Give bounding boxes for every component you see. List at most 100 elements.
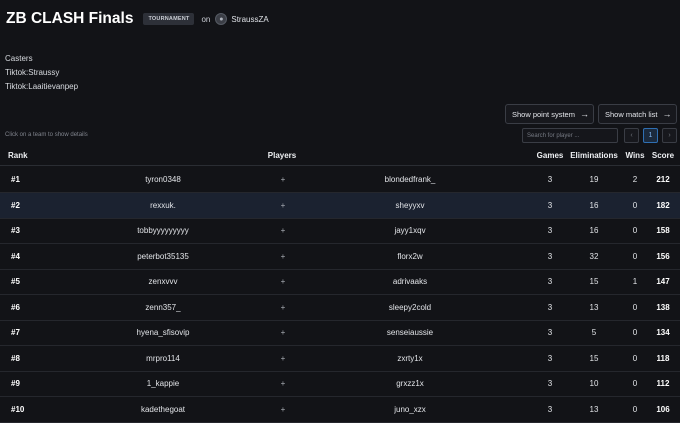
table-row[interactable]: #6 zenn357_ + sleepy2cold 3 13 0 138	[0, 295, 680, 321]
owner-link[interactable]: StraussZA	[231, 15, 268, 24]
games-cell: 3	[547, 404, 553, 414]
games-cell: 3	[547, 379, 553, 388]
table-row[interactable]: #10 kadethegoat + juno_xzx 3 13 0 106	[0, 397, 680, 423]
chevron-left-icon: ‹	[630, 132, 633, 139]
player1-cell: peterbot35135	[137, 251, 189, 261]
table-header: Rank Players Games Eliminations Wins Sco…	[0, 146, 680, 166]
chevron-right-icon: ›	[668, 132, 671, 139]
games-cell: 3	[547, 251, 553, 261]
games-cell: 3	[547, 328, 553, 337]
plus-icon: +	[280, 277, 286, 286]
page-header: ZB CLASH Finals TOURNAMENT on ● StraussZ…	[6, 9, 269, 29]
player1-cell: rexxuk.	[150, 200, 176, 210]
games-cell: 3	[547, 226, 553, 235]
search-input[interactable]: Search for player ...	[522, 128, 618, 143]
score-cell: 106	[656, 404, 670, 414]
show-point-system-button[interactable]: Show point system →	[505, 104, 594, 124]
eliminations-cell: 13	[589, 404, 599, 414]
score-cell: 112	[656, 379, 670, 388]
table-row[interactable]: #4 peterbot35135 + florx2w 3 32 0 156	[0, 244, 680, 270]
player2-cell: adrivaaks	[392, 277, 428, 286]
score-cell: 182	[656, 200, 670, 210]
score-cell: 158	[656, 226, 670, 235]
plus-icon: +	[280, 251, 286, 261]
rank-cell: #8	[11, 353, 20, 363]
header-eliminations: Eliminations	[570, 151, 618, 160]
eliminations-cell: 15	[589, 353, 599, 363]
games-cell: 3	[547, 175, 553, 184]
wins-cell: 1	[632, 277, 638, 286]
games-cell: 3	[547, 353, 553, 363]
avatar[interactable]: ●	[215, 13, 228, 25]
description-line: Tiktok:Laaitievanpep	[5, 82, 79, 91]
show-match-list-label: Show match list	[605, 109, 658, 119]
plus-icon: +	[280, 175, 286, 184]
wins-cell: 0	[632, 302, 638, 312]
score-cell: 212	[656, 175, 670, 184]
table-row[interactable]: #2 rexxuk. + sheyyxv 3 16 0 182	[0, 192, 680, 219]
score-cell: 118	[656, 353, 670, 363]
plus-icon: +	[280, 328, 286, 337]
player1-cell: tobbyyyyyyyyy	[137, 226, 189, 235]
page-number-button[interactable]: 1	[643, 128, 658, 143]
table-row[interactable]: #8 mrpro114 + zxrty1x 3 15 0 118	[0, 346, 680, 372]
header-games: Games	[536, 151, 564, 160]
eliminations-cell: 32	[589, 251, 599, 261]
player1-cell: 1_kappie	[146, 379, 180, 388]
table-row[interactable]: #5 zenxvvv + adrivaaks 3 15 1 147	[0, 269, 680, 295]
score-cell: 147	[656, 277, 670, 286]
player1-cell: kadethegoat	[140, 404, 186, 414]
score-cell: 134	[656, 328, 670, 337]
wins-cell: 0	[632, 404, 638, 414]
table-row[interactable]: #1 tyron0348 + blondedfrank_ 3 19 2 212	[0, 167, 680, 193]
player2-cell: florx2w	[397, 251, 423, 261]
score-cell: 156	[656, 251, 670, 261]
wins-cell: 0	[632, 200, 638, 210]
tournament-badge: TOURNAMENT	[143, 13, 195, 25]
header-score: Score	[651, 151, 675, 160]
player2-cell: sheyyxv	[395, 200, 425, 210]
description-line: Casters	[5, 54, 33, 63]
rank-cell: #2	[11, 200, 20, 210]
eliminations-cell: 5	[591, 328, 597, 337]
player1-cell: mrpro114	[146, 353, 180, 363]
player2-cell: jayy1xqv	[394, 226, 426, 235]
rank-cell: #5	[11, 277, 20, 286]
table-row[interactable]: #9 1_kappie + grxzz1x 3 10 0 112	[0, 371, 680, 397]
eliminations-cell: 16	[589, 226, 599, 235]
header-wins: Wins	[625, 151, 645, 160]
eliminations-cell: 13	[589, 302, 599, 312]
show-match-list-button[interactable]: Show match list →	[598, 104, 677, 124]
player2-cell: blondedfrank_	[384, 175, 436, 184]
plus-icon: +	[280, 226, 286, 235]
player2-cell: zxrty1x	[397, 353, 423, 363]
player1-cell: hyena_sfisovip	[136, 328, 190, 337]
wins-cell: 0	[632, 251, 638, 261]
plus-icon: +	[280, 353, 286, 363]
wins-cell: 0	[632, 328, 638, 337]
player2-cell: sleepy2cold	[388, 302, 432, 312]
prev-page-button[interactable]: ‹	[624, 128, 639, 143]
header-rank: Rank	[8, 151, 28, 160]
hint-text: Click on a team to show details	[5, 132, 88, 138]
user-icon: ●	[219, 15, 224, 23]
rank-cell: #7	[11, 328, 20, 337]
plus-icon: +	[280, 379, 286, 388]
next-page-button[interactable]: ›	[662, 128, 677, 143]
table-row[interactable]: #7 hyena_sfisovip + senseiaussie 3 5 0 134	[0, 320, 680, 346]
rank-cell: #6	[11, 302, 20, 312]
games-cell: 3	[547, 200, 553, 210]
games-cell: 3	[547, 277, 553, 286]
wins-cell: 2	[632, 175, 638, 184]
arrow-right-icon: →	[662, 109, 672, 119]
rank-cell: #10	[11, 404, 25, 414]
table-row[interactable]: #3 tobbyyyyyyyyy + jayy1xqv 3 16 0 158	[0, 218, 680, 244]
rank-cell: #4	[11, 251, 20, 261]
on-label: on	[201, 14, 211, 24]
description-line: Tiktok:Straussy	[5, 68, 60, 77]
plus-icon: +	[280, 302, 286, 312]
eliminations-cell: 15	[589, 277, 599, 286]
player1-cell: zenxvvv	[148, 277, 178, 286]
player2-cell: juno_xzx	[394, 404, 426, 414]
header-players: Players	[267, 151, 297, 160]
